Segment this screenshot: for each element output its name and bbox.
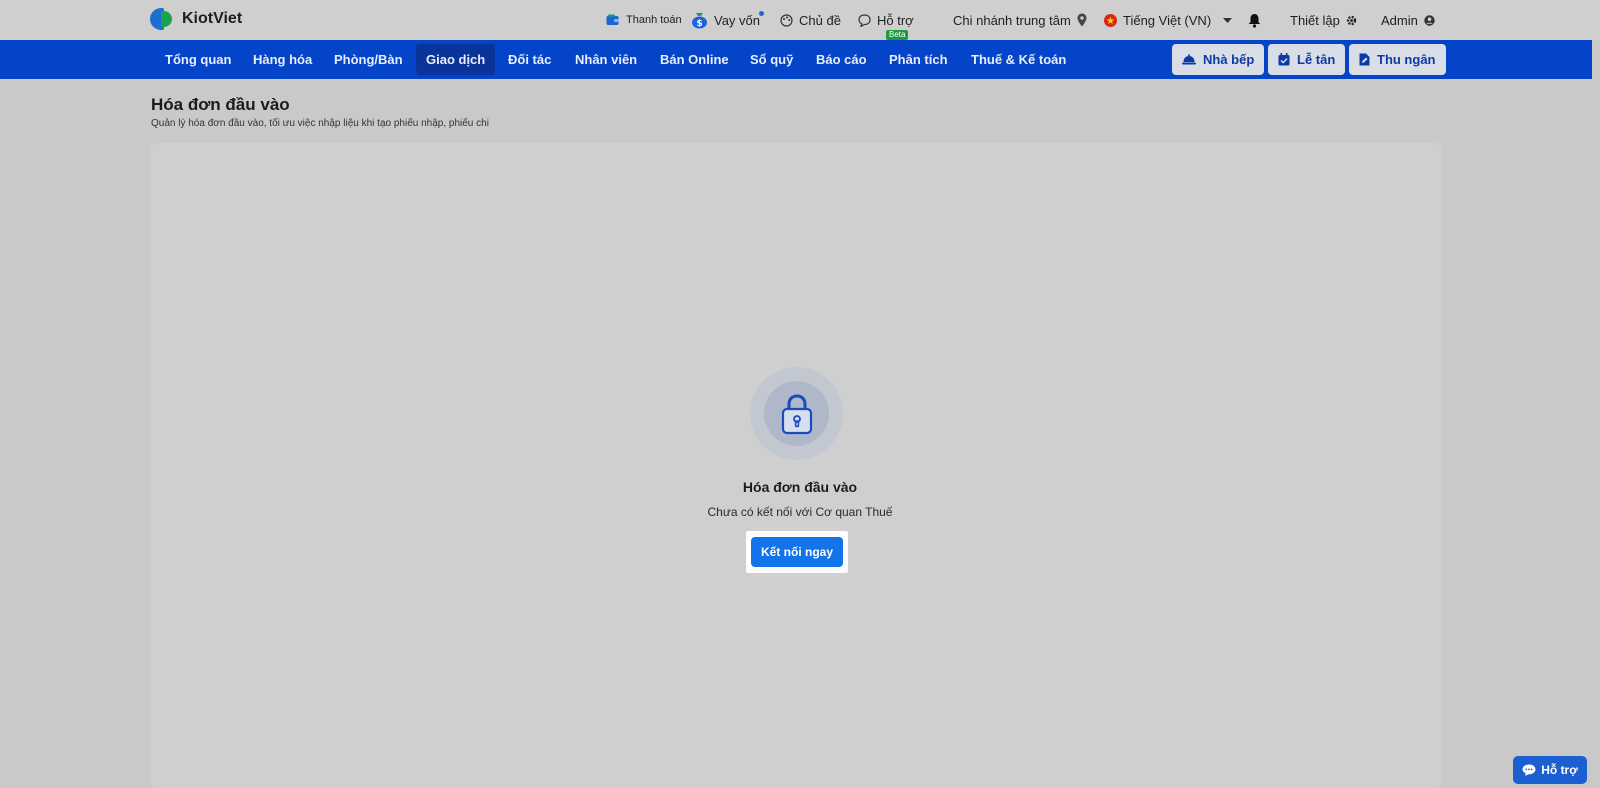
user-circle-icon — [1424, 14, 1435, 26]
page-title: Hóa đơn đầu vào — [151, 95, 290, 114]
cloche-icon — [1182, 54, 1196, 65]
help-label: Hỗ trợ — [1541, 763, 1578, 777]
settings-label: Thiết lập — [1290, 12, 1340, 28]
notification-dot — [759, 11, 764, 16]
beta-badge: Beta — [886, 30, 909, 40]
user-name: Admin — [1381, 12, 1418, 28]
kiotviet-logo-icon — [150, 7, 174, 31]
brand-logo[interactable]: KiotViet — [150, 7, 242, 31]
nav-item-products[interactable]: Hàng hóa — [243, 44, 322, 75]
nav-item-transactions[interactable]: Giao dịch — [416, 44, 496, 75]
kitchen-label: Nhà bếp — [1203, 52, 1255, 67]
loan-label: Vay vốn — [714, 12, 761, 28]
calendar-check-icon — [1278, 53, 1290, 66]
nav-item-staff[interactable]: Nhân viên — [565, 44, 647, 75]
branch-label: Chi nhánh trung tâm — [953, 12, 1071, 28]
nav-item-cashbook[interactable]: Sổ quỹ — [740, 44, 803, 75]
theme-label: Chủ đề — [799, 12, 841, 28]
chat-bubble-icon — [858, 13, 871, 27]
cashier-button[interactable]: Thu ngân — [1349, 44, 1446, 75]
reception-label: Lễ tân — [1297, 52, 1336, 67]
nav-item-overview[interactable]: Tổng quan — [155, 44, 241, 75]
nav-item-reports[interactable]: Báo cáo — [806, 44, 877, 75]
lock-icon — [764, 381, 829, 446]
nav-item-rooms-tables[interactable]: Phòng/Bàn — [324, 44, 413, 75]
svg-text:$: $ — [696, 19, 702, 29]
help-floating-button[interactable]: Hỗ trợ — [1513, 756, 1587, 784]
brand-name: KiotViet — [182, 10, 243, 27]
main-nav: Tổng quan Hàng hóa Phòng/Bàn Giao dịch Đ… — [0, 40, 1592, 79]
caret-down-icon — [1223, 17, 1233, 23]
branch-selector[interactable]: Chi nhánh trung tâm — [953, 0, 1087, 40]
payment-label: Thanh toán — [626, 14, 682, 26]
document-edit-icon — [1359, 53, 1370, 66]
vietnam-flag-icon — [1104, 13, 1117, 27]
language-selector[interactable]: Tiếng Việt (VN) — [1104, 0, 1233, 40]
chat-icon — [1522, 764, 1536, 776]
money-bag-icon: $ — [691, 11, 708, 29]
empty-state-title: Hóa đơn đầu vào — [742, 479, 858, 495]
user-menu[interactable]: Admin — [1381, 0, 1435, 40]
nav-item-tax-accounting[interactable]: Thuế & Kế toán — [961, 44, 1076, 75]
location-pin-icon — [1077, 13, 1087, 27]
settings-link[interactable]: Thiết lập — [1290, 0, 1357, 40]
nav-item-online-sales[interactable]: Bán Online — [650, 44, 739, 75]
page-scrollbar[interactable] — [1592, 40, 1600, 788]
gear-icon — [1346, 15, 1357, 26]
notifications-button[interactable] — [1248, 0, 1261, 40]
nav-item-partners[interactable]: Đối tác — [498, 44, 561, 75]
page-subtitle: Quản lý hóa đơn đầu vào, tối ưu việc nhậ… — [151, 118, 489, 129]
wallet-icon — [606, 14, 620, 26]
bell-icon — [1248, 13, 1261, 28]
reception-button[interactable]: Lễ tân — [1268, 44, 1346, 75]
content-card — [151, 143, 1442, 788]
loan-link[interactable]: $ Vay vốn — [691, 0, 760, 40]
language-label: Tiếng Việt (VN) — [1123, 12, 1212, 28]
cashier-label: Thu ngân — [1377, 52, 1436, 67]
payment-link[interactable]: Thanh toán — [606, 0, 682, 40]
empty-state-message: Chưa có kết nối với Cơ quan Thuế — [707, 505, 893, 519]
support-label: Hỗ trợ — [877, 12, 914, 28]
theme-link[interactable]: Chủ đề — [780, 0, 841, 40]
connect-now-button[interactable]: Kết nối ngay — [751, 537, 843, 567]
palette-icon — [780, 13, 793, 27]
top-bar: KiotViet Thanh toán $ Vay vốn Chủ đề Hỗ … — [0, 0, 1600, 40]
kitchen-button[interactable]: Nhà bếp — [1172, 44, 1265, 75]
nav-item-analytics[interactable]: Phân tích — [879, 44, 958, 75]
